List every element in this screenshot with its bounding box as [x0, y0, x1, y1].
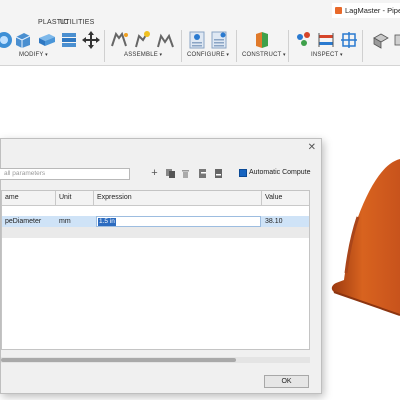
- interference-icon[interactable]: [316, 30, 336, 50]
- document-title-text: LagMaster - Pipe Ins: [345, 6, 400, 15]
- tab-utilities[interactable]: UTILITIES: [60, 19, 94, 26]
- parameter-unit: mm: [59, 218, 71, 225]
- measure-icon[interactable]: [294, 30, 314, 50]
- change-parameters-icon[interactable]: [187, 30, 207, 50]
- assemble-menu[interactable]: ASSEMBLE: [124, 52, 162, 58]
- construct-menu[interactable]: CONSTRUCT: [242, 52, 286, 58]
- app-logo-icon: [335, 7, 342, 14]
- horizontal-scrollbar-thumb[interactable]: [1, 358, 236, 362]
- export-parameters-icon[interactable]: [213, 168, 224, 179]
- parameter-expression-selected: 1.5 in: [98, 218, 116, 226]
- shell-icon[interactable]: [37, 30, 57, 50]
- configure-table-icon[interactable]: [209, 30, 229, 50]
- toolbar-divider: [362, 30, 363, 62]
- close-icon[interactable]: ✕: [308, 142, 316, 153]
- new-component-icon[interactable]: [110, 30, 130, 50]
- modify-menu[interactable]: MODIFY: [19, 52, 48, 58]
- fillet-icon[interactable]: [13, 30, 33, 50]
- pipe-insulation-model[interactable]: [326, 155, 400, 325]
- parameters-dialog: ✕ all parameters + Automatic Compute ame…: [0, 138, 322, 394]
- split-body-icon[interactable]: [59, 30, 79, 50]
- parameter-expression-input[interactable]: 1.5 in: [96, 216, 261, 227]
- automatic-compute-label: Automatic Compute: [249, 169, 311, 176]
- table-row-empty: [2, 227, 309, 238]
- column-header-name[interactable]: ame: [2, 191, 56, 206]
- joint-icon[interactable]: [133, 30, 153, 50]
- toolbar-divider: [236, 30, 237, 62]
- column-header-unit[interactable]: Unit: [56, 191, 94, 206]
- parameter-value: 38.10: [265, 218, 283, 225]
- import-parameters-icon[interactable]: [197, 168, 208, 179]
- as-built-joint-icon[interactable]: [156, 30, 176, 50]
- toolbar: PLASTIC UTILITIES LagMaster - Pipe Ins M…: [0, 0, 400, 66]
- document-title[interactable]: LagMaster - Pipe Ins: [332, 3, 400, 18]
- canvas-icon[interactable]: [393, 30, 400, 50]
- add-parameter-icon[interactable]: +: [149, 168, 160, 179]
- press-pull-icon[interactable]: [0, 30, 14, 50]
- column-header-expression[interactable]: Expression: [94, 191, 262, 206]
- copy-parameter-icon[interactable]: [165, 168, 176, 179]
- offset-plane-icon[interactable]: [252, 30, 272, 50]
- toolbar-divider: [181, 30, 182, 62]
- toolbar-divider: [104, 30, 105, 62]
- configure-menu[interactable]: CONFIGURE: [187, 52, 229, 58]
- section-analysis-icon[interactable]: [339, 30, 359, 50]
- parameters-table: ame Unit Expression Value peDiameter mm …: [1, 190, 310, 350]
- inspect-menu[interactable]: INSPECT: [311, 52, 343, 58]
- automatic-compute-checkbox[interactable]: [239, 169, 247, 177]
- insert-icon[interactable]: [371, 30, 391, 50]
- column-header-value[interactable]: Value: [262, 191, 309, 206]
- parameter-filter-input[interactable]: all parameters: [0, 168, 130, 180]
- move-icon[interactable]: [81, 30, 101, 50]
- delete-parameter-icon[interactable]: [180, 168, 191, 179]
- toolbar-divider: [288, 30, 289, 62]
- parameter-name: peDiameter: [5, 218, 42, 225]
- ok-button[interactable]: OK: [264, 375, 309, 388]
